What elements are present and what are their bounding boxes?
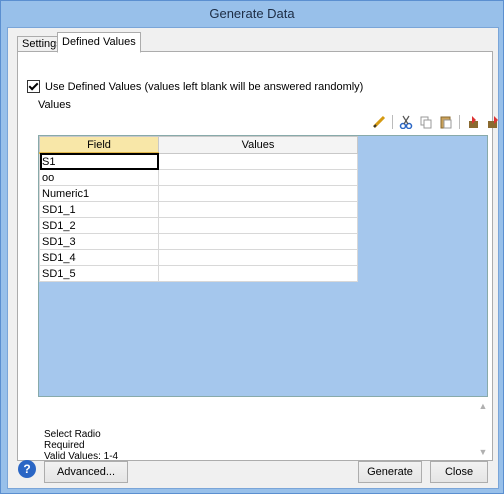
window-title: Generate Data [209, 6, 295, 21]
field-description: Select Radio Required Valid Values: 1-4 [44, 429, 118, 462]
dialog-body: Settings Defined Values Use Defined Valu… [7, 27, 499, 489]
description-type: Select Radio [44, 429, 101, 440]
scroll-down-icon[interactable]: ▼ [477, 447, 489, 457]
tab-defined-values[interactable]: Defined Values [57, 32, 141, 53]
field-cell[interactable]: SD1_5 [39, 265, 159, 282]
field-cell[interactable]: SD1_3 [39, 233, 159, 250]
generate-data-window: Generate Data Settings Defined Values Us… [0, 0, 504, 494]
table-row[interactable]: SD1_5 [39, 265, 358, 282]
field-cell[interactable]: Numeric1 [39, 185, 159, 202]
values-toolbar [370, 113, 502, 131]
use-defined-values-row[interactable]: Use Defined Values (values left blank wi… [27, 80, 363, 93]
description-required: Required [44, 440, 85, 451]
use-defined-values-checkbox[interactable] [27, 80, 40, 93]
table-row[interactable]: oo [39, 169, 358, 186]
values-label: Values [38, 99, 71, 111]
value-cell[interactable] [158, 217, 358, 234]
column-header-field[interactable]: Field [39, 136, 159, 154]
export-icon[interactable] [484, 113, 502, 131]
scroll-up-icon[interactable]: ▲ [477, 401, 489, 411]
field-cell[interactable]: oo [39, 169, 159, 186]
value-cell[interactable] [158, 152, 358, 170]
toolbar-separator [392, 115, 393, 129]
paste-icon[interactable] [437, 113, 455, 131]
value-cell[interactable] [158, 185, 358, 202]
description-scrollbar[interactable]: ▲ ▼ [477, 401, 489, 461]
generate-button[interactable]: Generate [358, 461, 422, 483]
field-cell[interactable]: SD1_2 [39, 217, 159, 234]
table-row[interactable]: SD1_1 [39, 201, 358, 218]
copy-icon[interactable] [417, 113, 435, 131]
table-row[interactable]: SD1_4 [39, 249, 358, 266]
advanced-button[interactable]: Advanced... [44, 461, 128, 483]
value-cell[interactable] [158, 169, 358, 186]
use-defined-values-label: Use Defined Values (values left blank wi… [45, 80, 364, 93]
values-grid[interactable]: Field Values S1 oo Numeric1 SD1_1 SD1_2 … [38, 135, 488, 397]
close-button[interactable]: Close [430, 461, 488, 483]
table-row[interactable]: S1 [39, 152, 358, 170]
field-cell[interactable]: SD1_4 [39, 249, 159, 266]
defined-values-panel: Use Defined Values (values left blank wi… [17, 51, 498, 462]
cut-icon[interactable] [397, 113, 415, 131]
help-icon[interactable]: ? [18, 460, 36, 478]
field-cell[interactable]: SD1_1 [39, 201, 159, 218]
values-table: Field Values S1 oo Numeric1 SD1_1 SD1_2 … [39, 136, 358, 282]
import-icon[interactable] [464, 113, 482, 131]
value-cell[interactable] [158, 201, 358, 218]
table-row[interactable]: SD1_3 [39, 233, 358, 250]
value-cell[interactable] [158, 233, 358, 250]
toolbar-separator [459, 115, 460, 129]
field-cell[interactable]: S1 [39, 152, 159, 170]
value-cell[interactable] [158, 265, 358, 282]
column-header-values[interactable]: Values [158, 136, 358, 154]
table-row[interactable]: Numeric1 [39, 185, 358, 202]
pencil-icon[interactable] [370, 113, 388, 131]
table-row[interactable]: SD1_2 [39, 217, 358, 234]
value-cell[interactable] [158, 249, 358, 266]
